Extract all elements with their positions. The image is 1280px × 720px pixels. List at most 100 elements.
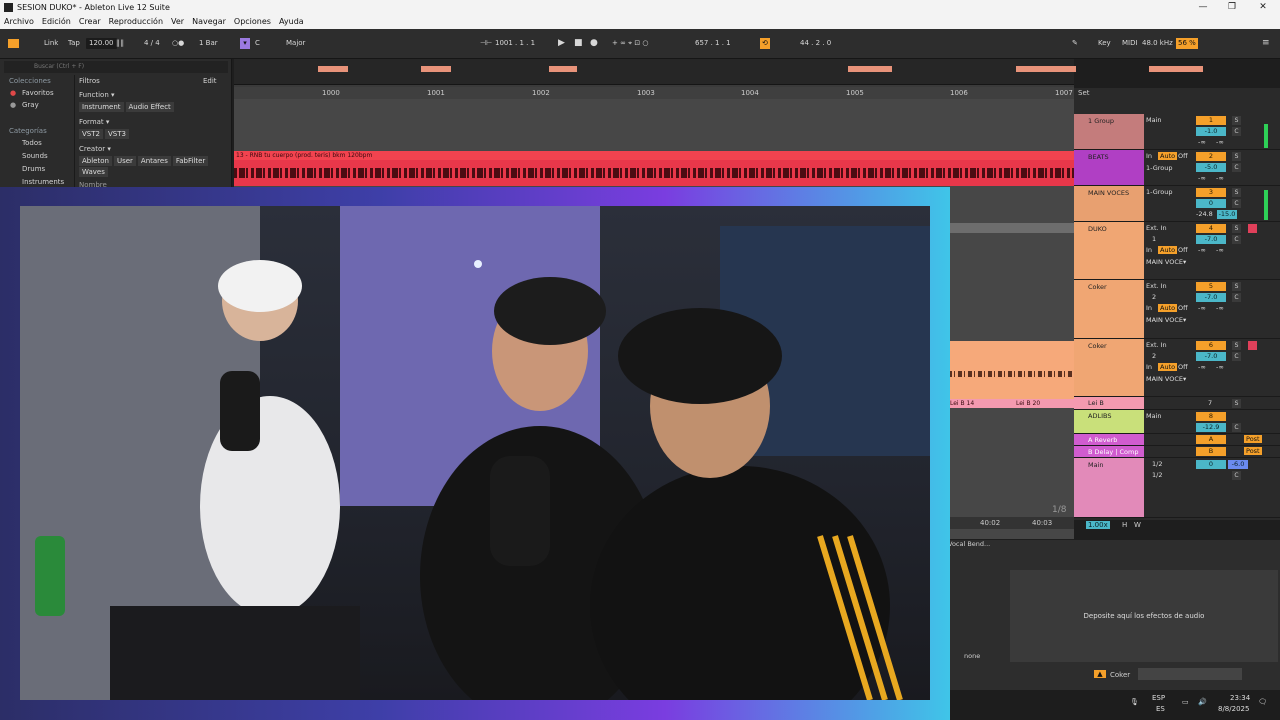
monitor-off[interactable]: Off [1178, 363, 1188, 371]
tempo-field[interactable]: 120.00 [86, 38, 117, 49]
track-number[interactable]: 8 [1196, 412, 1226, 421]
track-input[interactable]: Ext. In [1146, 282, 1167, 290]
clip-lei-b-14[interactable]: Lei B 14 [948, 399, 1014, 408]
track-volume[interactable]: -1.0 [1196, 127, 1226, 136]
track-output-2[interactable]: 1/2 [1152, 471, 1162, 479]
sidebar-item-instruments[interactable]: Instruments [22, 178, 64, 186]
monitor-auto[interactable]: Auto [1158, 246, 1178, 254]
sidebar-item-drums[interactable]: Drums [22, 165, 45, 173]
track-name[interactable]: B Delay | Comp [1074, 446, 1144, 457]
track-1-group[interactable]: 1 Group Main 1 -1.0 S C -∞ -∞ [1074, 114, 1280, 150]
clip-lei-b-20[interactable]: Lei B 20 [1014, 399, 1074, 408]
sidebar-item-gray[interactable]: Gray [22, 101, 39, 109]
monitor-in[interactable]: In [1146, 152, 1152, 160]
filters-toggle[interactable]: Filtros [79, 77, 100, 85]
network-icon[interactable]: ▭ [1182, 698, 1189, 706]
track-coker-1[interactable]: Coker Ext. In 2 In Auto Off MAIN VOCE▾ 5… [1074, 280, 1280, 339]
send-a[interactable]: -∞ [1198, 304, 1206, 312]
solo-button[interactable]: S [1232, 188, 1241, 197]
menu-reproduccion[interactable]: Reproducción [109, 17, 163, 26]
track-main-voces[interactable]: MAIN VOCES 1-Group 3 0 S C -24.8 -15.0 [1074, 186, 1280, 222]
function-filter[interactable]: Function ▾ [79, 91, 115, 99]
lei-b-clip-area[interactable] [948, 341, 1074, 399]
track-number[interactable]: 5 [1196, 282, 1226, 291]
scale-select[interactable]: Major [286, 38, 305, 49]
track-volume[interactable]: 0 [1196, 199, 1226, 208]
track-output[interactable]: Main [1146, 412, 1162, 420]
solo-button[interactable]: S [1232, 224, 1241, 233]
track-output[interactable]: 1-Group [1146, 188, 1173, 196]
track-coker-2[interactable]: Coker Ext. In 2 In Auto Off MAIN VOCE▾ 6… [1074, 339, 1280, 397]
sidebar-item-todos[interactable]: Todos [22, 139, 42, 147]
monitor-in[interactable]: In [1146, 304, 1152, 312]
send-b[interactable]: -∞ [1216, 138, 1224, 146]
track-volume[interactable]: -7.0 [1196, 352, 1226, 361]
send-b[interactable]: -∞ [1216, 246, 1224, 254]
monitor-auto[interactable]: Auto [1158, 363, 1178, 371]
loop-start[interactable]: 657 . 1 . 1 [695, 38, 731, 49]
tag-antares[interactable]: Antares [137, 156, 171, 166]
overdub-icon[interactable]: + ∞ ⌖ ⊡ ○ [612, 38, 649, 49]
volume-icon[interactable]: 🔊 [1198, 698, 1207, 706]
track-name[interactable]: A Reverb [1074, 434, 1144, 445]
nudge-icon[interactable]: ‖‖ [116, 38, 125, 49]
midi-map-button[interactable]: MIDI [1122, 38, 1138, 49]
pan-value[interactable]: C [1232, 352, 1241, 361]
track-duko[interactable]: DUKO Ext. In 1 In Auto Off MAIN VOCE▾ 4 … [1074, 222, 1280, 280]
track-fold-icon[interactable]: ▲ [1094, 670, 1106, 678]
tag-user[interactable]: User [113, 156, 136, 166]
track-volume[interactable]: -5.0 [1196, 163, 1226, 172]
send-a[interactable]: -∞ [1198, 138, 1206, 146]
pan-value[interactable]: C [1232, 199, 1241, 208]
beats-clip-waveform[interactable] [234, 160, 1074, 186]
tap-button[interactable]: Tap [68, 38, 80, 49]
track-number[interactable]: 7 [1208, 399, 1212, 407]
stop-icon[interactable]: ■ [574, 38, 583, 49]
tag-waves[interactable]: Waves [79, 167, 108, 177]
arrangement-overview[interactable] [234, 59, 1203, 85]
tag-ableton[interactable]: Ableton [79, 156, 112, 166]
play-icon[interactable]: ▶ [558, 38, 565, 49]
arrangement-position[interactable]: 1001 . 1 . 1 [495, 38, 535, 49]
send-a[interactable]: -∞ [1198, 246, 1206, 254]
loop-length[interactable]: 44 . 2 . 0 [800, 38, 831, 49]
track-volume[interactable]: -6.0 [1228, 460, 1248, 469]
solo-button[interactable]: S [1232, 399, 1241, 408]
pan-value[interactable]: C [1232, 163, 1241, 172]
track-input[interactable]: Ext. In [1146, 341, 1167, 349]
track-volume[interactable]: -7.0 [1196, 293, 1226, 302]
menu-ver[interactable]: Ver [171, 17, 184, 26]
track-number[interactable]: 4 [1196, 224, 1226, 233]
track-number[interactable]: 3 [1196, 188, 1226, 197]
track-name[interactable]: Coker [1074, 280, 1144, 338]
monitor-off[interactable]: Off [1178, 152, 1188, 160]
edit-filters-button[interactable]: Edit [203, 77, 217, 85]
tag-instrument[interactable]: Instrument [79, 102, 124, 112]
track-name[interactable]: Coker [1074, 339, 1144, 396]
send-b[interactable]: -15.0 [1217, 210, 1237, 219]
menu-edicion[interactable]: Edición [42, 17, 71, 26]
track-number[interactable]: 0 [1196, 460, 1226, 469]
monitor-in[interactable]: In [1146, 363, 1152, 371]
track-output[interactable]: MAIN VOCE▾ [1146, 258, 1186, 266]
browser-toggle-icon[interactable] [8, 39, 19, 48]
track-name[interactable]: Lei B [1074, 397, 1144, 409]
monitor-in[interactable]: In [1146, 246, 1152, 254]
record-icon[interactable]: ● [590, 38, 598, 49]
track-main[interactable]: Main 1/2 1/2 0 -6.0 C [1074, 458, 1280, 518]
track-name[interactable]: Main [1074, 458, 1144, 517]
pan-value[interactable]: C [1232, 293, 1241, 302]
send-a[interactable]: -24.8 [1196, 210, 1213, 218]
monitor-off[interactable]: Off [1178, 304, 1188, 312]
link-button[interactable]: Link [44, 38, 58, 49]
send-post[interactable]: Post [1244, 447, 1262, 455]
zoom-level[interactable]: 1.00x [1086, 521, 1110, 529]
track-name[interactable]: MAIN VOCES [1074, 186, 1144, 221]
notifications-icon[interactable]: 🗨 [1258, 698, 1267, 706]
minimize-button[interactable]: — [1190, 0, 1216, 14]
track-name[interactable]: DUKO [1074, 222, 1144, 279]
send-b[interactable]: -∞ [1216, 363, 1224, 371]
track-input[interactable]: Ext. In [1146, 224, 1167, 232]
send-b[interactable]: -∞ [1216, 304, 1224, 312]
pan-value[interactable]: C [1232, 423, 1241, 432]
